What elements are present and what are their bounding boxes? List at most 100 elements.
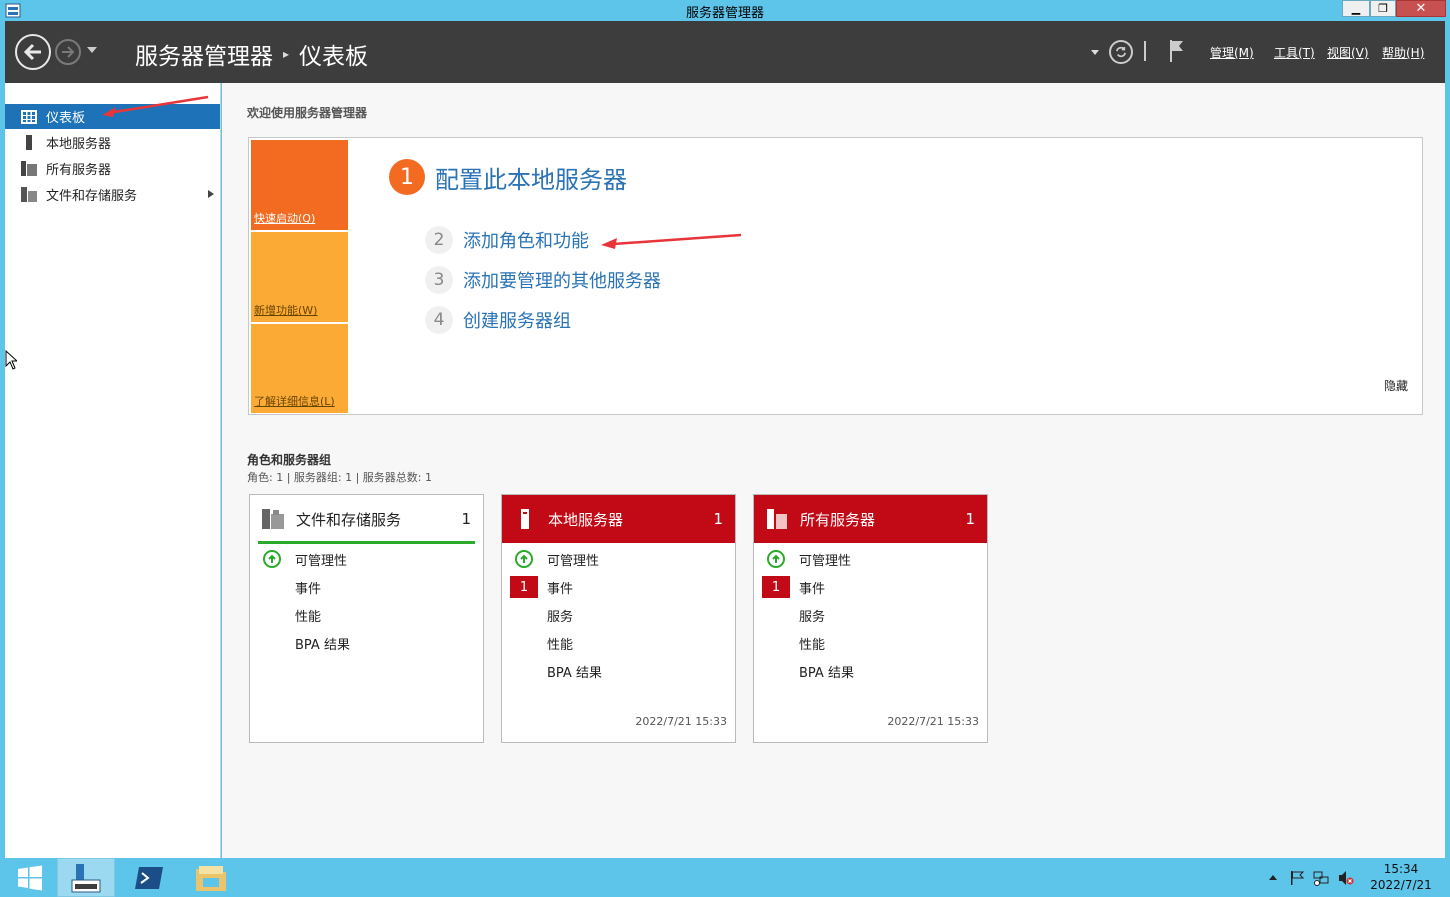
menu-manage[interactable]: 管理(M) (1210, 44, 1254, 61)
clock-date: 2022/7/21 (1370, 878, 1432, 892)
tile-whats-new[interactable]: 新增功能(W) (251, 232, 348, 322)
row-label: 性能 (547, 637, 574, 653)
window-titlebar: 服务器管理器 ▁ ❐ ✕ (0, 0, 1450, 21)
status-ok-icon (515, 550, 533, 568)
menu-help[interactable]: 帮助(H) (1382, 44, 1424, 61)
header-dropdown-icon[interactable] (1091, 50, 1099, 55)
status-ok-icon (263, 550, 281, 568)
row-performance[interactable]: 性能 (754, 631, 987, 655)
row-performance[interactable]: 性能 (502, 631, 735, 655)
step-number-4: 4 (425, 306, 453, 334)
step-number-2: 2 (425, 226, 453, 254)
roles-section-title: 角色和服务器组 (247, 453, 332, 467)
menu-view[interactable]: 视图(V) (1327, 44, 1369, 61)
back-button[interactable] (15, 34, 51, 70)
forward-button[interactable] (55, 39, 81, 65)
row-label: 性能 (799, 637, 826, 653)
history-dropdown-icon[interactable] (87, 47, 97, 53)
row-manageability[interactable]: 可管理性 (754, 547, 987, 571)
row-bpa-results[interactable]: BPA 结果 (754, 659, 987, 683)
row-events[interactable]: 1 事件 (754, 575, 987, 599)
breadcrumb: 服务器管理器 ▸ 仪表板 (135, 37, 368, 71)
card-timestamp: 2022/7/21 15:33 (635, 715, 727, 728)
taskbar-file-explorer[interactable] (182, 858, 240, 897)
card-header[interactable]: 文件和存储服务 1 (250, 495, 483, 544)
taskbar: 15:34 2022/7/21 (0, 858, 1450, 897)
hide-welcome-link[interactable]: 隐藏 (1384, 377, 1408, 394)
row-services[interactable]: 服务 (502, 603, 735, 627)
role-card-local-server[interactable]: 本地服务器 1 可管理性 1 事件 服务 性能 BPA 结果 2022/7/21… (501, 494, 736, 743)
row-manageability[interactable]: 可管理性 (250, 547, 483, 571)
breadcrumb-separator-icon: ▸ (283, 47, 290, 61)
row-label: BPA 结果 (547, 665, 602, 681)
row-bpa-results[interactable]: BPA 结果 (250, 631, 483, 655)
close-button[interactable]: ✕ (1396, 0, 1446, 17)
role-card-all-servers[interactable]: 所有服务器 1 可管理性 1 事件 服务 性能 BPA 结果 2022/7/21… (753, 494, 988, 743)
action-center-flag-icon[interactable] (1289, 870, 1305, 886)
step-label: 添加要管理的其他服务器 (463, 271, 661, 292)
file-storage-icon (262, 509, 284, 529)
system-clock[interactable]: 15:34 2022/7/21 (1360, 861, 1442, 893)
step-create-group[interactable]: 4 创建服务器组 (425, 306, 571, 334)
expand-arrow-icon[interactable] (208, 190, 214, 198)
row-events[interactable]: 1 事件 (502, 575, 735, 599)
sidebar-item-label: 本地服务器 (46, 137, 112, 152)
local-server-icon (521, 509, 529, 529)
card-header[interactable]: 本地服务器 1 (502, 495, 735, 543)
windows-logo-icon (18, 865, 42, 890)
speaker-muted-icon[interactable] (1338, 870, 1354, 886)
status-ok-icon (767, 550, 785, 568)
card-header[interactable]: 所有服务器 1 (754, 495, 987, 543)
tile-quick-start[interactable]: 快速启动(Q) (251, 140, 348, 230)
row-label: 事件 (547, 581, 574, 597)
row-services[interactable]: 服务 (754, 603, 987, 627)
network-icon[interactable] (1313, 870, 1329, 886)
notifications-flag-icon[interactable] (1167, 38, 1185, 64)
row-label: BPA 结果 (295, 637, 350, 653)
tile-learn-more[interactable]: 了解详细信息(L) (251, 324, 348, 413)
window-title: 服务器管理器 (685, 6, 764, 21)
card-title: 文件和存储服务 (296, 510, 402, 529)
restore-button[interactable]: ❐ (1370, 0, 1396, 17)
step-label: 配置此本地服务器 (435, 165, 627, 194)
minimize-button[interactable]: ▁ (1342, 0, 1370, 17)
step-configure-local-server[interactable]: 1 配置此本地服务器 (389, 159, 627, 195)
row-manageability[interactable]: 可管理性 (502, 547, 735, 571)
row-performance[interactable]: 性能 (250, 603, 483, 627)
show-hidden-icons-icon[interactable] (1269, 875, 1277, 880)
header-divider (1144, 41, 1146, 61)
sidebar-item-all-servers[interactable]: 所有服务器 (5, 156, 220, 181)
sidebar-item-local-server[interactable]: 本地服务器 (5, 130, 220, 155)
local-server-icon (21, 135, 37, 151)
step-add-servers[interactable]: 3 添加要管理的其他服务器 (425, 266, 661, 294)
breadcrumb-root[interactable]: 服务器管理器 (135, 37, 273, 71)
taskbar-powershell[interactable] (120, 858, 178, 897)
refresh-icon[interactable] (1109, 40, 1133, 64)
card-count: 1 (461, 510, 471, 528)
row-label: 可管理性 (547, 553, 600, 569)
start-button[interactable] (10, 858, 50, 897)
role-card-file-storage[interactable]: 文件和存储服务 1 可管理性 事件 性能 BPA 结果 (249, 494, 484, 743)
card-count: 1 (713, 510, 723, 528)
step-label: 添加角色和功能 (463, 231, 589, 252)
dashboard-icon (21, 109, 37, 125)
card-title: 本地服务器 (548, 510, 624, 529)
row-label: 事件 (295, 581, 322, 597)
step-number-1: 1 (389, 159, 425, 195)
row-label: 可管理性 (295, 553, 348, 569)
row-label: BPA 结果 (799, 665, 854, 681)
row-events[interactable]: 事件 (250, 575, 483, 599)
sidebar-item-file-storage[interactable]: 文件和存储服务 (5, 182, 220, 207)
row-label: 性能 (295, 609, 322, 625)
menu-tools[interactable]: 工具(T) (1274, 44, 1315, 61)
sidebar-item-label: 仪表板 (46, 111, 86, 126)
mouse-cursor-icon (5, 350, 17, 370)
row-bpa-results[interactable]: BPA 结果 (502, 659, 735, 683)
file-storage-icon (21, 187, 37, 203)
taskbar-server-manager[interactable] (57, 858, 115, 897)
main-content: 欢迎使用服务器管理器 快速启动(Q) 新增功能(W) 了解详细信息(L) 1 配… (222, 83, 1445, 858)
step-add-roles[interactable]: 2 添加角色和功能 (425, 226, 589, 254)
sidebar-item-label: 文件和存储服务 (46, 189, 138, 204)
annotation-arrow-add-roles (601, 233, 742, 249)
card-count: 1 (965, 510, 975, 528)
